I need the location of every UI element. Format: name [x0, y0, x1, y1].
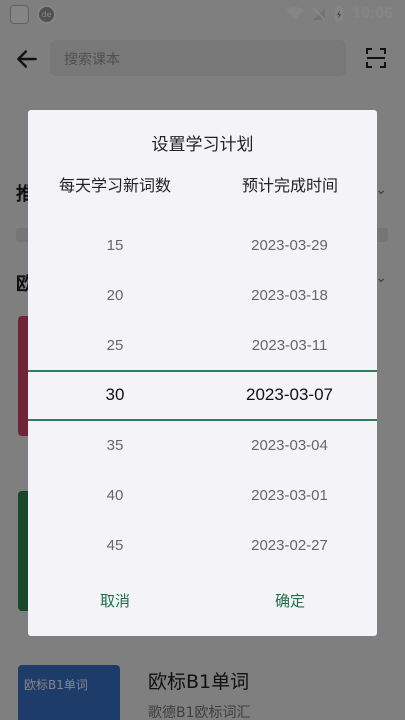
- picker-row[interactable]: 40 2023-03-01: [28, 470, 377, 520]
- finish-date-value: 2023-03-18: [251, 286, 328, 304]
- selection-line-bottom: [28, 419, 377, 421]
- daily-words-value: 15: [106, 236, 124, 254]
- column-header-daily-words: 每天学习新词数: [58, 176, 171, 195]
- finish-date-value: 2023-03-11: [251, 336, 328, 354]
- finish-date-value: 2023-03-01: [251, 486, 328, 504]
- column-header-finish-date: 预计完成时间: [241, 176, 338, 195]
- confirm-button[interactable]: 确定: [203, 590, 377, 611]
- finish-date-value: 2023-03-07: [246, 385, 333, 404]
- daily-words-value: 25: [106, 336, 124, 354]
- study-plan-dialog: 设置学习计划 每天学习新词数 预计完成时间 15 2023-03-29 20 2023…: [28, 110, 377, 636]
- daily-words-value: 45: [106, 536, 124, 554]
- daily-words-value: 40: [106, 486, 124, 504]
- picker-row[interactable]: 25 2023-03-11: [28, 320, 377, 370]
- finish-date-value: 2023-02-27: [251, 536, 328, 554]
- picker-row[interactable]: 15 2023-03-29: [28, 220, 377, 270]
- picker-row[interactable]: 20 2023-03-18: [28, 270, 377, 320]
- picker-row[interactable]: 35 2023-03-04: [28, 420, 377, 470]
- cancel-button[interactable]: 取消: [28, 590, 202, 611]
- daily-words-value: 35: [106, 436, 124, 454]
- finish-date-value: 2023-03-29: [251, 236, 328, 254]
- picker-row[interactable]: 30 2023-03-07: [28, 370, 377, 420]
- finish-date-value: 2023-03-04: [251, 436, 328, 454]
- selection-line-top: [28, 370, 377, 372]
- picker-row[interactable]: 45 2023-02-27: [28, 520, 377, 570]
- daily-words-value: 30: [105, 385, 125, 404]
- daily-words-value: 20: [106, 286, 124, 304]
- dialog-title: 设置学习计划: [151, 135, 254, 155]
